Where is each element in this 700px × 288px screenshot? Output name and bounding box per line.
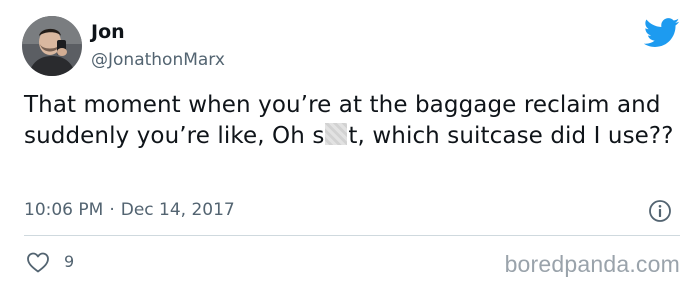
tweet-timestamp[interactable]: 10:06 PM · Dec 14, 2017 xyxy=(24,199,235,221)
author-display-name[interactable]: Jon xyxy=(91,20,125,44)
author-handle[interactable]: @JonathonMarx xyxy=(91,49,225,71)
watermark: boredpanda.com xyxy=(504,251,680,277)
twitter-bird-icon[interactable] xyxy=(643,18,680,48)
like-count: 9 xyxy=(64,252,75,271)
divider xyxy=(24,235,680,236)
tweet-time: 10:06 PM xyxy=(24,200,104,220)
tweet-date: Dec 14, 2017 xyxy=(120,200,235,220)
heart-icon xyxy=(27,252,49,273)
avatar-image xyxy=(22,16,82,76)
tweet-text-part-2: t, which suitcase did I use?? xyxy=(348,123,674,149)
tweet-text: That moment when you’re at the baggage r… xyxy=(24,90,684,152)
info-icon[interactable] xyxy=(648,199,672,223)
author-avatar[interactable] xyxy=(22,16,82,76)
censor-blur xyxy=(325,123,348,145)
like-button[interactable]: 9 xyxy=(26,251,74,273)
tweet-card: Jon @JonathonMarx That moment when you’r… xyxy=(0,0,700,288)
timestamp-separator: · xyxy=(109,200,115,220)
